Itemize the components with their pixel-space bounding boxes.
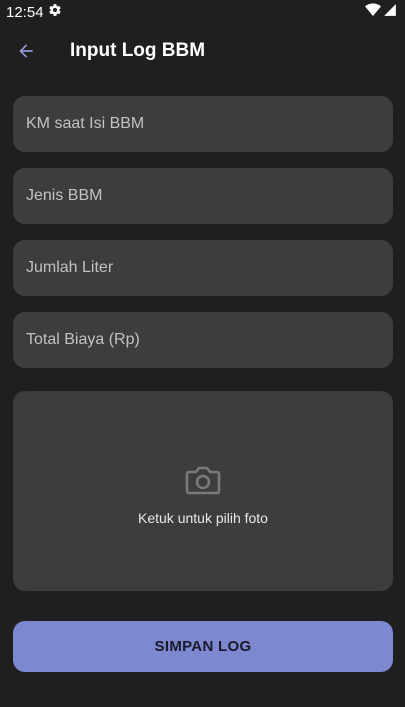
status-left: 12:54 [6,3,62,22]
wifi-icon [365,2,381,22]
back-button[interactable] [12,39,40,67]
camera-icon [185,464,221,496]
km-input[interactable] [13,96,393,152]
gear-icon [48,3,62,22]
status-bar: 12:54 [0,0,405,24]
status-time: 12:54 [6,3,44,21]
status-right [365,2,397,22]
photo-picker[interactable]: Ketuk untuk pilih foto [13,391,393,591]
signal-icon [383,3,397,22]
page-title: Input Log BBM [70,40,206,61]
screen: 12:54 Input Log BBM KM saat Isi BBM Jeni… [0,0,405,707]
fuel-type-input[interactable] [13,168,393,224]
liters-input[interactable] [13,240,393,296]
arrow-back-icon [16,41,36,66]
total-cost-input[interactable] [13,312,393,368]
photo-label: Ketuk untuk pilih foto [138,510,268,526]
app-bar: Input Log BBM [0,30,405,76]
save-log-button[interactable]: SIMPAN LOG [13,621,393,672]
